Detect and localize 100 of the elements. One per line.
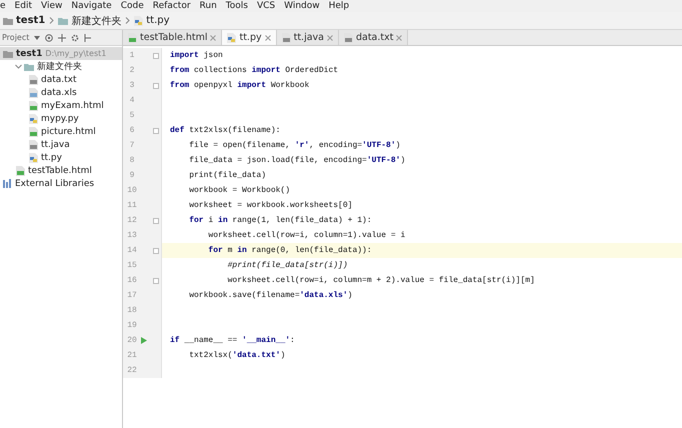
code-line: file = open(filename, 'r', encoding='UTF-8') — [188, 141, 400, 150]
line-number: 10 — [126, 186, 138, 195]
folder-icon — [3, 50, 13, 58]
target-icon[interactable] — [45, 34, 54, 42]
tree-item[interactable]: tt.java — [0, 138, 122, 151]
menu-item[interactable]: Tools — [226, 0, 248, 12]
menu-item[interactable]: VCS — [256, 0, 276, 12]
menu-item[interactable]: Window — [284, 0, 320, 12]
editor-tab[interactable]: tt.py — [222, 30, 277, 45]
caret-icon[interactable] — [34, 36, 40, 40]
tree-item[interactable]: picture.html — [0, 125, 122, 138]
chevron-icon — [125, 17, 130, 24]
line-number: 11 — [126, 201, 138, 210]
tree-item-label: data.xls — [41, 88, 77, 98]
fold-marker-icon[interactable] — [153, 82, 159, 88]
code-line: if __name__ == '__main__': — [169, 336, 295, 345]
menu-item[interactable]: Code — [120, 0, 144, 12]
line-number: 4 — [128, 96, 136, 105]
close-icon[interactable] — [264, 34, 271, 40]
fold-marker-icon[interactable] — [153, 218, 159, 224]
breadcrumb-item[interactable]: test1 — [3, 15, 46, 26]
library-icon — [3, 179, 12, 188]
tree-item-label: External Libraries — [15, 178, 94, 188]
menu-item[interactable]: Help — [328, 0, 350, 12]
tree-item[interactable]: tt.py — [0, 151, 122, 164]
tree-item[interactable]: data.xls — [0, 86, 122, 99]
file-icon — [29, 126, 38, 136]
line-number: 5 — [128, 111, 136, 120]
file-icon — [29, 100, 38, 110]
code-line: workbook = Workbook() — [188, 186, 290, 195]
project-path: D:\my_py\test1 — [45, 49, 106, 58]
tree-item[interactable]: test1 D:\my_py\test1 — [0, 47, 122, 60]
fold-marker-icon[interactable] — [153, 278, 159, 284]
line-number: 1 — [128, 51, 136, 60]
code-line: #print(file_data[str(i)]) — [226, 261, 348, 270]
code-line: worksheet.cell(row=i, column=m + 2).value = file_data[str(i)][m] — [226, 276, 535, 285]
code-line: from collections import OrderedDict — [169, 66, 338, 75]
tree-item-label: test1 — [16, 48, 42, 58]
python-file-icon — [29, 114, 38, 124]
file-icon — [29, 88, 38, 98]
line-number: 17 — [126, 291, 138, 300]
line-number: 12 — [126, 216, 138, 225]
breadcrumb-item[interactable]: tt.py — [134, 15, 170, 26]
line-number: 18 — [126, 306, 138, 315]
tree-item-label: tt.py — [41, 152, 62, 162]
menu-item[interactable]: Run — [200, 0, 217, 12]
tree-item-label: tt.java — [41, 140, 70, 150]
line-number: 13 — [126, 231, 138, 240]
fold-marker-icon[interactable] — [153, 52, 159, 58]
menu-item[interactable]: Refactor — [152, 0, 191, 12]
tree-item[interactable]: 新建文件夹 — [0, 60, 122, 73]
line-number: 7 — [128, 141, 136, 150]
line-number: 3 — [128, 81, 136, 90]
line-number: 6 — [128, 126, 136, 135]
line-number: 15 — [126, 261, 138, 270]
tree-item-label: mypy.py — [41, 114, 79, 124]
code-line: for i in range(1, len(file_data) + 1): — [188, 216, 372, 225]
code-line: file_data = json.load(file, encoding='UTF-8') — [188, 156, 406, 165]
line-number: 16 — [126, 276, 138, 285]
folder-icon — [24, 62, 34, 70]
tree-item[interactable]: External Libraries — [0, 177, 122, 190]
code-line: workbook.save(filename='data.xls') — [188, 291, 352, 300]
tree-item[interactable]: myExam.html — [0, 99, 122, 112]
file-icon — [16, 166, 25, 176]
fold-marker-icon[interactable] — [153, 248, 159, 254]
line-number: 2 — [128, 66, 136, 75]
close-icon[interactable] — [396, 34, 402, 40]
tree-item-label: myExam.html — [41, 100, 104, 110]
breadcrumb-item[interactable]: 新建文件夹 — [58, 14, 122, 28]
close-icon[interactable] — [326, 34, 333, 40]
line-number: 19 — [126, 321, 138, 330]
line-number: 20 — [126, 336, 138, 345]
file-icon — [29, 140, 38, 150]
menu-item[interactable]: e — [0, 0, 6, 12]
fold-marker-icon[interactable] — [153, 128, 159, 134]
panel-title[interactable]: Project — [2, 33, 30, 42]
line-number: 14 — [126, 246, 138, 255]
tree-item[interactable]: testTable.html — [0, 164, 122, 177]
editor-tab[interactable]: testTable.html — [123, 30, 222, 45]
menu-item[interactable]: Edit — [14, 0, 32, 12]
folder-icon — [58, 16, 68, 24]
code-line: worksheet.cell(row=i, column=1).value = i — [207, 231, 406, 240]
python-file-icon — [227, 32, 236, 42]
line-number: 22 — [126, 366, 138, 375]
editor-tab[interactable]: tt.java — [276, 30, 339, 45]
line-number: 9 — [128, 171, 136, 180]
close-icon[interactable] — [210, 34, 216, 40]
tree-item[interactable]: data.txt — [0, 73, 122, 86]
code-line: for m in range(0, len(file_data)): — [207, 246, 372, 255]
menu-item[interactable]: Navigate — [71, 0, 112, 12]
file-icon — [29, 74, 38, 84]
tree-item-label: 新建文件夹 — [37, 60, 82, 73]
line-number: 21 — [126, 351, 138, 360]
editor-tab[interactable]: data.txt — [338, 30, 408, 45]
python-file-icon — [134, 16, 144, 26]
menu-item[interactable]: View — [40, 0, 62, 12]
tree-item[interactable]: mypy.py — [0, 112, 122, 125]
run-icon[interactable] — [141, 337, 147, 344]
tree-item-label: testTable.html — [28, 166, 92, 176]
tree-item-label: data.txt — [41, 74, 77, 84]
